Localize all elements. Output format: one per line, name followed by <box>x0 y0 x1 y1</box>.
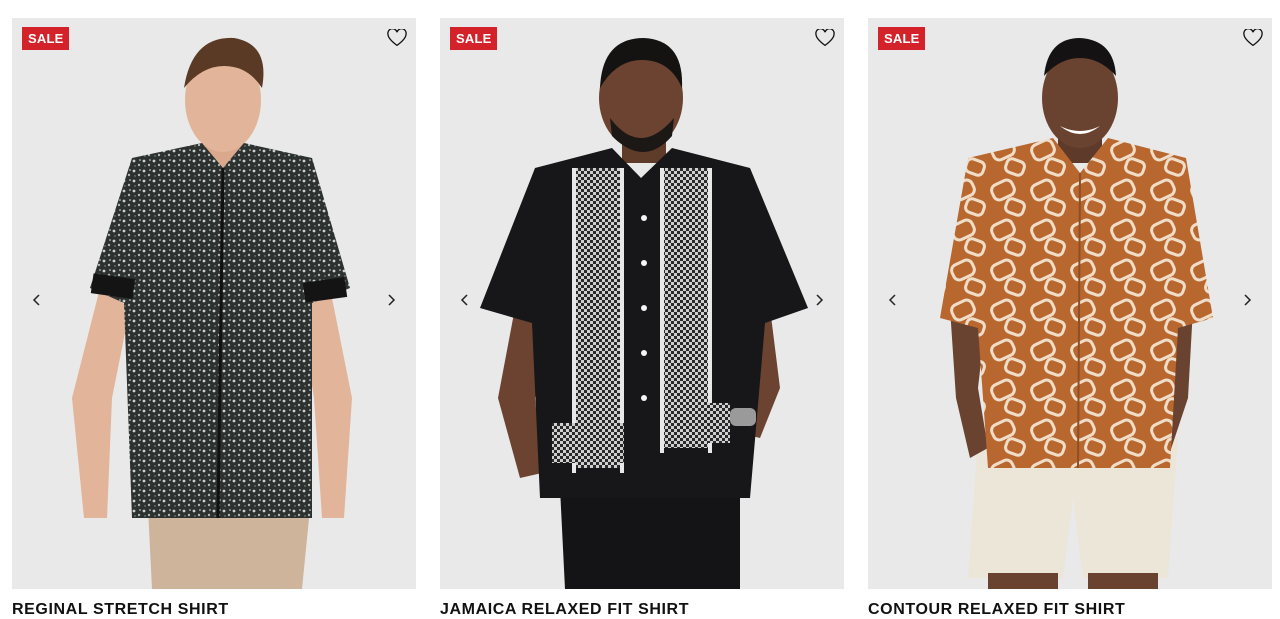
product-title[interactable]: REGINAL STRETCH SHIRT <box>12 601 416 619</box>
chevron-right-icon[interactable] <box>379 288 403 312</box>
sale-badge: SALE <box>878 27 926 50</box>
product-photo[interactable] <box>12 18 416 589</box>
product-card[interactable]: SALE REGINAL STRETCH SHIRT <box>12 18 416 619</box>
wishlist-heart-icon[interactable] <box>814 27 836 49</box>
product-title[interactable]: JAMAICA RELAXED FIT SHIRT <box>440 601 844 619</box>
chevron-right-icon[interactable] <box>807 288 831 312</box>
product-grid: SALE REGINAL STRETCH SHIRT SALE JAMAICA … <box>12 18 1272 619</box>
chevron-left-icon[interactable] <box>25 288 49 312</box>
product-image-carousel[interactable]: SALE <box>12 18 416 589</box>
product-photo[interactable] <box>440 18 844 589</box>
sale-badge: SALE <box>22 27 70 50</box>
product-title[interactable]: CONTOUR RELAXED FIT SHIRT <box>868 601 1272 619</box>
chevron-right-icon[interactable] <box>1235 288 1259 312</box>
chevron-left-icon[interactable] <box>881 288 905 312</box>
chevron-left-icon[interactable] <box>453 288 477 312</box>
product-card[interactable]: SALE CONTOUR RELAXED FIT SHIRT <box>868 18 1272 619</box>
wishlist-heart-icon[interactable] <box>386 27 408 49</box>
sale-badge: SALE <box>450 27 498 50</box>
product-photo[interactable] <box>868 18 1272 589</box>
product-image-carousel[interactable]: SALE <box>868 18 1272 589</box>
product-image-carousel[interactable]: SALE <box>440 18 844 589</box>
product-card[interactable]: SALE JAMAICA RELAXED FIT SHIRT <box>440 18 844 619</box>
wishlist-heart-icon[interactable] <box>1242 27 1264 49</box>
